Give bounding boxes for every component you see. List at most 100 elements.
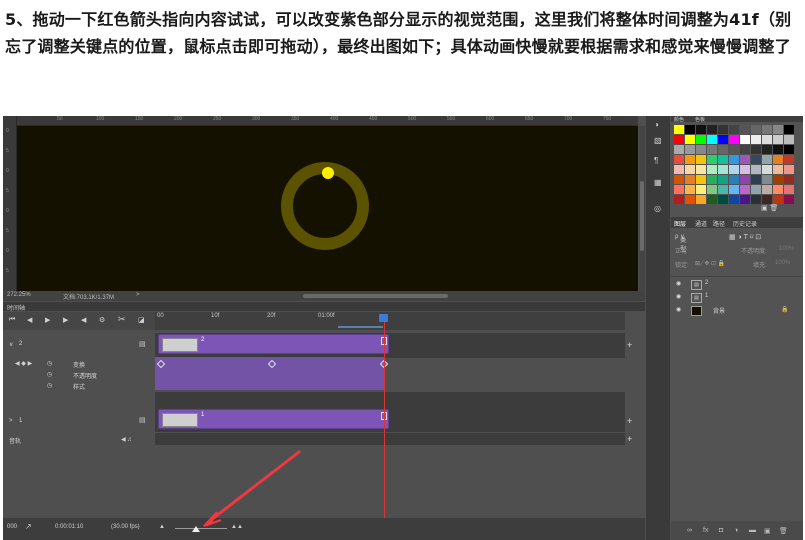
tab-swatches[interactable]: 色板 bbox=[695, 116, 705, 123]
color-swatch[interactable] bbox=[773, 145, 783, 154]
color-swatch[interactable] bbox=[707, 135, 717, 144]
link-icon[interactable]: ∞ bbox=[687, 527, 692, 534]
color-swatch[interactable] bbox=[784, 125, 794, 134]
color-swatch[interactable] bbox=[696, 145, 706, 154]
color-swatch[interactable] bbox=[740, 145, 750, 154]
new-swatch-icon[interactable]: ▣ 🗑 bbox=[761, 204, 778, 212]
color-swatch[interactable] bbox=[740, 185, 750, 194]
visibility-eye-icon[interactable]: ◉ bbox=[676, 293, 681, 300]
color-swatch[interactable] bbox=[762, 155, 772, 164]
layer-filter-kind[interactable]: ρ 类型 ∨ bbox=[675, 233, 686, 253]
tab-layers[interactable]: 图层 bbox=[674, 219, 686, 228]
color-swatch[interactable] bbox=[729, 165, 739, 174]
color-swatch[interactable] bbox=[762, 125, 772, 134]
color-swatch[interactable] bbox=[707, 175, 717, 184]
color-swatch[interactable] bbox=[751, 165, 761, 174]
color-swatch[interactable] bbox=[685, 135, 695, 144]
paragraph-icon[interactable]: ¶ bbox=[654, 156, 658, 165]
color-swatch[interactable] bbox=[718, 165, 728, 174]
layer-row[interactable]: ◉ ▤ 2 bbox=[671, 278, 803, 290]
color-swatch[interactable] bbox=[762, 175, 772, 184]
color-swatch[interactable] bbox=[674, 125, 684, 134]
color-swatch[interactable] bbox=[773, 165, 783, 174]
color-swatch[interactable] bbox=[685, 195, 695, 204]
color-swatch[interactable] bbox=[740, 165, 750, 174]
tab-paths[interactable]: 路径 bbox=[713, 219, 725, 228]
color-swatch[interactable] bbox=[674, 145, 684, 154]
fill-value[interactable]: 100% bbox=[775, 260, 790, 266]
color-swatch[interactable] bbox=[707, 125, 717, 134]
color-swatch[interactable] bbox=[729, 185, 739, 194]
mask-icon[interactable]: ◘ bbox=[719, 527, 723, 534]
color-swatch[interactable] bbox=[773, 195, 783, 204]
color-swatch[interactable] bbox=[773, 175, 783, 184]
color-swatch[interactable] bbox=[674, 195, 684, 204]
layer-row[interactable]: ◉ ▤ 1 bbox=[671, 291, 803, 303]
fx-icon[interactable]: fx bbox=[703, 527, 708, 534]
color-swatch[interactable] bbox=[718, 125, 728, 134]
color-swatch[interactable] bbox=[762, 185, 772, 194]
color-swatch[interactable] bbox=[784, 155, 794, 164]
color-swatch[interactable] bbox=[696, 175, 706, 184]
tab-color[interactable]: 颜色 bbox=[674, 116, 684, 123]
adjustments-icon[interactable]: ▧ bbox=[654, 136, 662, 145]
blend-mode-select[interactable]: 正常 bbox=[675, 246, 687, 255]
color-swatch[interactable] bbox=[718, 185, 728, 194]
tab-channels[interactable]: 通道 bbox=[695, 219, 707, 228]
color-swatch[interactable] bbox=[751, 195, 761, 204]
tab-history[interactable]: 历史记录 bbox=[733, 219, 757, 228]
color-swatch[interactable] bbox=[740, 125, 750, 134]
opacity-value[interactable]: 100% bbox=[779, 246, 794, 252]
layer-comps-icon[interactable]: ▦ bbox=[654, 178, 662, 187]
color-swatch[interactable] bbox=[762, 145, 772, 154]
delete-layer-icon[interactable]: 🗑 bbox=[779, 527, 788, 535]
color-swatch[interactable] bbox=[729, 175, 739, 184]
color-swatch[interactable] bbox=[773, 185, 783, 194]
layer-row[interactable]: ◉ 背景 🔒 bbox=[671, 304, 803, 316]
color-swatch[interactable] bbox=[773, 135, 783, 144]
color-swatch[interactable] bbox=[718, 195, 728, 204]
color-swatch[interactable] bbox=[685, 155, 695, 164]
color-swatch[interactable] bbox=[784, 145, 794, 154]
color-swatch[interactable] bbox=[784, 185, 794, 194]
color-swatch[interactable] bbox=[751, 155, 761, 164]
color-swatch[interactable] bbox=[718, 175, 728, 184]
visibility-eye-icon[interactable]: ◉ bbox=[676, 306, 681, 313]
new-layer-icon[interactable]: ▣ bbox=[764, 527, 771, 535]
color-swatch[interactable] bbox=[707, 165, 717, 174]
color-swatch[interactable] bbox=[718, 135, 728, 144]
color-swatch[interactable] bbox=[685, 185, 695, 194]
color-swatch[interactable] bbox=[718, 145, 728, 154]
color-swatch[interactable] bbox=[740, 175, 750, 184]
color-swatch[interactable] bbox=[784, 135, 794, 144]
lock-icons[interactable]: ⊠ ⁄ ✥ ⊡ 🔒 bbox=[695, 260, 725, 267]
color-swatch[interactable] bbox=[685, 165, 695, 174]
color-swatch[interactable] bbox=[696, 155, 706, 164]
color-swatch[interactable] bbox=[685, 145, 695, 154]
color-swatch[interactable] bbox=[762, 195, 772, 204]
color-swatch[interactable] bbox=[784, 165, 794, 174]
color-swatch[interactable] bbox=[784, 175, 794, 184]
color-swatch[interactable] bbox=[740, 135, 750, 144]
color-swatch[interactable] bbox=[762, 165, 772, 174]
color-swatch[interactable] bbox=[773, 125, 783, 134]
color-swatch[interactable] bbox=[685, 125, 695, 134]
color-swatch[interactable] bbox=[674, 155, 684, 164]
color-swatch[interactable] bbox=[696, 185, 706, 194]
color-swatch[interactable] bbox=[729, 155, 739, 164]
color-swatch[interactable] bbox=[707, 195, 717, 204]
color-swatch[interactable] bbox=[674, 185, 684, 194]
visibility-eye-icon[interactable]: ◉ bbox=[676, 280, 681, 287]
color-swatch[interactable] bbox=[685, 175, 695, 184]
color-swatch[interactable] bbox=[696, 135, 706, 144]
color-swatch[interactable] bbox=[674, 165, 684, 174]
color-swatch[interactable] bbox=[729, 145, 739, 154]
color-swatch[interactable] bbox=[729, 135, 739, 144]
color-panel-icon[interactable]: ◑ bbox=[654, 120, 659, 129]
color-swatch[interactable] bbox=[751, 185, 761, 194]
color-swatch[interactable] bbox=[674, 135, 684, 144]
color-swatch[interactable] bbox=[762, 135, 772, 144]
color-swatch[interactable] bbox=[707, 145, 717, 154]
adjustment-layer-icon[interactable]: ◑ bbox=[734, 527, 738, 534]
libraries-icon[interactable]: ◎ bbox=[654, 204, 661, 213]
